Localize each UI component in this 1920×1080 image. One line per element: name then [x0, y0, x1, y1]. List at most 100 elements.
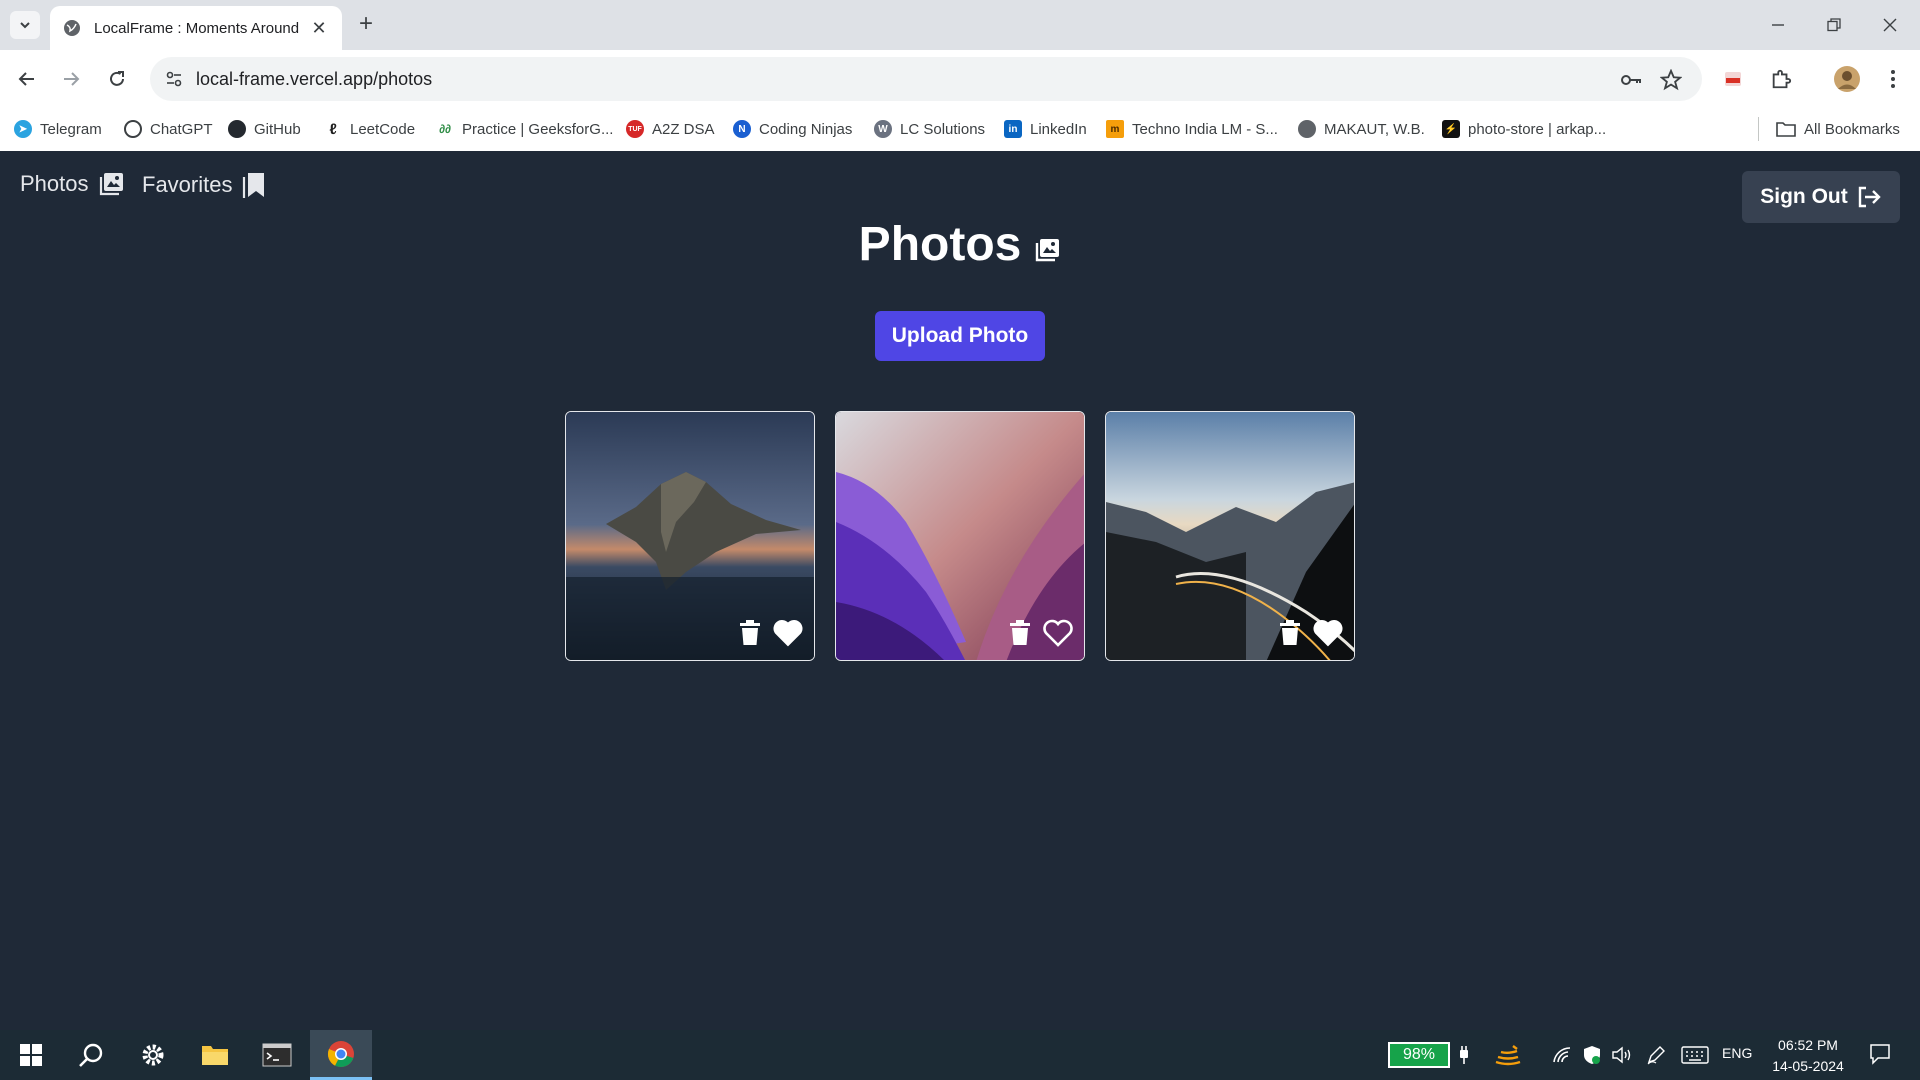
bookmark-label: LeetCode: [350, 120, 416, 138]
sign-out-icon: [1858, 186, 1881, 208]
tuf-icon: TUF: [626, 120, 644, 138]
image-icon: [99, 173, 123, 196]
start-button[interactable]: [0, 1030, 62, 1080]
close-icon: [1883, 18, 1897, 32]
extensions-puzzle-icon[interactable]: [1764, 62, 1798, 96]
bookmark-label: MAKAUT, W.B.: [1324, 120, 1425, 138]
reload-button[interactable]: [100, 62, 134, 96]
browser-tab[interactable]: LocalFrame : Moments Around ✕: [50, 6, 342, 50]
restore-button[interactable]: [1806, 0, 1862, 50]
delete-icon[interactable]: [738, 620, 762, 646]
clock-date: 14-05-2024: [1772, 1058, 1844, 1074]
upload-photo-label: Upload Photo: [891, 324, 1029, 347]
input-language[interactable]: ENG: [1722, 1045, 1752, 1061]
folder-icon: [202, 1046, 228, 1065]
favorite-heart-outline-icon[interactable]: [1043, 619, 1073, 647]
minimize-icon: [1772, 24, 1784, 26]
clock-time: 06:52 PM: [1778, 1037, 1838, 1053]
photos-page: Photos Favorites Sign Out Photos Upload …: [0, 151, 1920, 1030]
bookmark-coding-ninjas[interactable]: N Coding Ninjas: [733, 117, 852, 141]
address-bar[interactable]: local-frame.vercel.app/photos: [150, 57, 1702, 101]
coding-ninjas-icon: N: [733, 120, 751, 138]
bookmark-chatgpt[interactable]: ChatGPT: [124, 117, 213, 141]
image-icon: [1036, 238, 1060, 261]
all-bookmarks-label: All Bookmarks: [1804, 120, 1900, 138]
reload-icon: [110, 71, 124, 86]
forward-button[interactable]: [54, 62, 88, 96]
photo-card[interactable]: [565, 411, 815, 661]
minimize-button[interactable]: [1750, 0, 1806, 50]
security-shield-icon[interactable]: [1580, 1044, 1604, 1066]
bookmarks-divider: [1758, 117, 1759, 141]
terminal-icon: [262, 1043, 292, 1067]
bookmark-label: Telegram: [40, 120, 102, 138]
arrow-right-icon: [64, 72, 80, 86]
delete-icon[interactable]: [1278, 620, 1302, 646]
tab-title: LocalFrame : Moments Around: [94, 19, 300, 37]
taskbar-chrome[interactable]: [310, 1030, 372, 1080]
browser-toolbar: local-frame.vercel.app/photos: [0, 50, 1920, 107]
browser-tab-bar: LocalFrame : Moments Around ✕ +: [0, 0, 1920, 50]
tab-search-button[interactable]: [10, 11, 40, 39]
pen-icon[interactable]: [1644, 1044, 1668, 1066]
bookmarks-bar: ➤ Telegram ChatGPT GitHub ℓ LeetCode ∂∂ …: [0, 107, 1920, 151]
bookmark-a2z-dsa[interactable]: TUF A2Z DSA: [626, 117, 715, 141]
nav-photos-label: Photos: [20, 171, 89, 196]
url-text[interactable]: local-frame.vercel.app/photos: [196, 69, 432, 90]
browser-menu-icon[interactable]: [1876, 62, 1910, 96]
bookmark-lc-solutions[interactable]: W LC Solutions: [874, 117, 985, 141]
all-bookmarks-button[interactable]: All Bookmarks: [1776, 117, 1900, 141]
taskbar-settings-button[interactable]: [122, 1030, 184, 1080]
bookmark-telegram[interactable]: ➤ Telegram: [14, 117, 102, 141]
back-button[interactable]: [10, 62, 44, 96]
page-title-text: Photos: [858, 218, 1022, 271]
folder-icon: [1776, 122, 1796, 137]
java-tray-icon[interactable]: [1492, 1044, 1524, 1066]
taskbar-search-button[interactable]: [60, 1030, 122, 1080]
extension-pdf-icon[interactable]: [1716, 62, 1750, 96]
notifications-icon[interactable]: [1868, 1043, 1892, 1065]
charging-plug-icon: [1452, 1044, 1476, 1066]
windows-logo-icon: [20, 1044, 42, 1066]
battery-percent: 98%: [1402, 1046, 1436, 1063]
favorite-heart-icon[interactable]: [1313, 619, 1343, 647]
photo-store-icon: ⚡: [1442, 120, 1460, 138]
password-key-icon[interactable]: [1618, 67, 1644, 93]
touch-keyboard-icon[interactable]: [1680, 1044, 1710, 1066]
close-tab-icon[interactable]: ✕: [308, 17, 330, 39]
bookmark-label: ChatGPT: [150, 120, 213, 138]
bookmark-geeksforgeeks[interactable]: ∂∂ Practice | GeeksforG...: [436, 117, 613, 141]
favorite-heart-icon[interactable]: [773, 619, 803, 647]
bookmark-star-icon[interactable]: [1658, 67, 1684, 93]
upload-photo-button[interactable]: Upload Photo: [875, 311, 1045, 361]
site-settings-icon[interactable]: [164, 69, 184, 89]
volume-icon[interactable]: [1610, 1044, 1634, 1066]
taskbar-clock[interactable]: 06:52 PM 14-05-2024: [1770, 1035, 1846, 1077]
bookmark-photo-store[interactable]: ⚡ photo-store | arkap...: [1442, 117, 1606, 141]
taskbar-file-explorer[interactable]: [184, 1030, 246, 1080]
taskbar-terminal[interactable]: [246, 1030, 308, 1080]
wifi-icon[interactable]: [1550, 1044, 1574, 1066]
page-title: Photos: [0, 217, 1920, 272]
linkedin-icon: in: [1004, 120, 1022, 138]
bookmark-makaut[interactable]: MAKAUT, W.B.: [1298, 117, 1425, 141]
gear-icon: [142, 1044, 164, 1066]
bookmark-leetcode[interactable]: ℓ LeetCode: [324, 117, 415, 141]
bookmark-github[interactable]: GitHub: [228, 117, 301, 141]
nav-photos-link[interactable]: Photos: [20, 171, 125, 197]
bookmark-linkedin[interactable]: in LinkedIn: [1004, 117, 1087, 141]
bookmark-label: Practice | GeeksforG...: [462, 120, 614, 138]
close-window-button[interactable]: [1862, 0, 1918, 50]
nav-favorites-link[interactable]: Favorites: [142, 171, 266, 199]
photo-card[interactable]: [835, 411, 1085, 661]
sign-out-button[interactable]: Sign Out: [1742, 171, 1900, 223]
battery-indicator[interactable]: 98%: [1388, 1042, 1450, 1068]
new-tab-button[interactable]: +: [352, 10, 380, 38]
profile-avatar[interactable]: [1830, 62, 1864, 96]
techno-india-icon: m: [1106, 120, 1124, 138]
globe-icon: [1298, 120, 1316, 138]
bookmark-label: photo-store | arkap...: [1468, 120, 1607, 138]
bookmark-techno-india[interactable]: m Techno India LM - S...: [1106, 117, 1278, 141]
photo-card[interactable]: [1105, 411, 1355, 661]
delete-icon[interactable]: [1008, 620, 1032, 646]
